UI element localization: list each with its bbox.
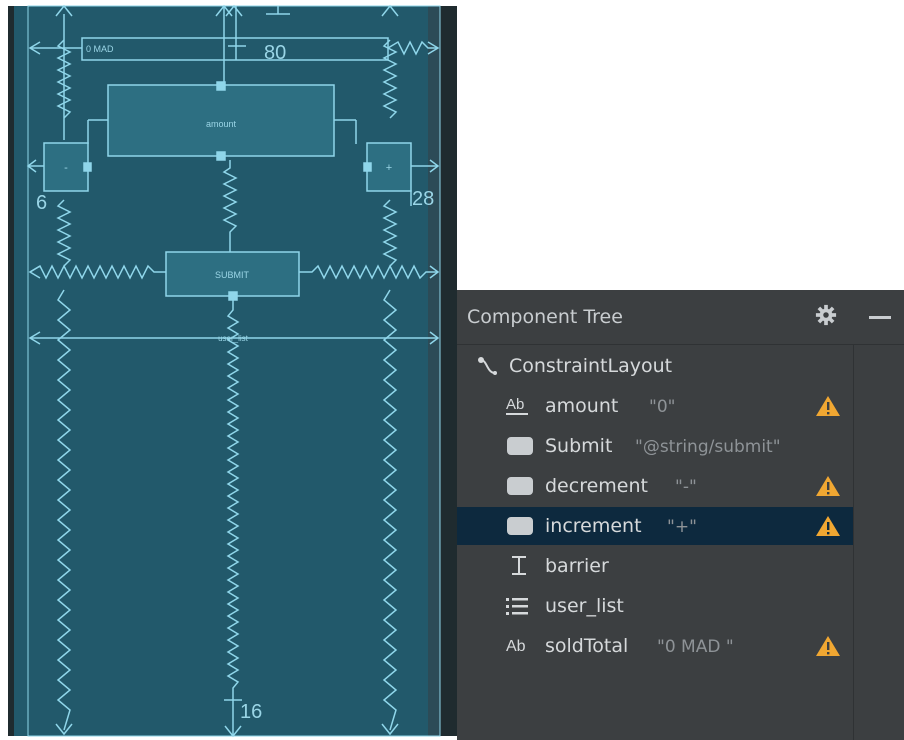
zigzag-left-low bbox=[56, 289, 72, 731]
tree-item-value: "@string/submit" bbox=[635, 437, 781, 457]
component-tree-panel: Component Tree ConstraintLayout Ab amoun… bbox=[457, 290, 904, 740]
decrement-text: - bbox=[64, 162, 68, 174]
margin-6-text: 6 bbox=[36, 192, 47, 214]
margin-80-text: 80 bbox=[264, 42, 286, 64]
panel-divider bbox=[853, 344, 854, 740]
blueprint-canvas: 0 MAD 80 amount - + 6 28 SUBMIT user_lis… bbox=[26, 4, 441, 738]
zigzag-left-mid bbox=[56, 199, 72, 267]
sold-total-view[interactable] bbox=[81, 37, 389, 61]
zigzag-right-mid bbox=[382, 199, 398, 267]
tree-item-name: Submit bbox=[545, 435, 613, 457]
tree-item-value: "-" bbox=[675, 477, 697, 497]
zigzag-right-low bbox=[382, 289, 398, 731]
tree-item-sold-total[interactable]: Ab soldTotal "0 MAD " bbox=[457, 627, 853, 665]
button-icon bbox=[507, 435, 533, 457]
amount-text: amount bbox=[206, 119, 237, 129]
tree-item-value: "0 MAD " bbox=[657, 637, 734, 657]
margin-16-text: 16 bbox=[240, 701, 262, 723]
tree-item-name: ConstraintLayout bbox=[509, 355, 673, 377]
minimize-icon[interactable] bbox=[869, 316, 891, 319]
tree-item-barrier[interactable]: barrier bbox=[457, 547, 853, 585]
tree-item-name: barrier bbox=[545, 555, 609, 577]
tree-item-value: "+" bbox=[667, 517, 697, 537]
text-view-icon: Ab bbox=[506, 638, 526, 655]
tree-item-constraint-layout[interactable]: ConstraintLayout bbox=[457, 347, 853, 385]
tree-item-user-list[interactable]: user_list bbox=[457, 587, 853, 625]
blueprint-panel[interactable]: 0 MAD 80 amount - + 6 28 SUBMIT user_lis… bbox=[0, 0, 457, 740]
warning-icon[interactable] bbox=[815, 515, 841, 537]
warning-icon[interactable] bbox=[815, 635, 841, 657]
margin-28-text: 28 bbox=[412, 188, 434, 210]
component-tree-header: Component Tree bbox=[457, 290, 904, 345]
tree-item-name: soldTotal bbox=[545, 635, 629, 657]
submit-text: SUBMIT bbox=[215, 270, 250, 280]
zigzag-right-top bbox=[382, 39, 398, 119]
increment-text: + bbox=[386, 162, 392, 174]
tree-item-increment[interactable]: increment "+" bbox=[457, 507, 853, 545]
tree-item-name: increment bbox=[545, 515, 642, 537]
sold-total-text: 0 MAD bbox=[86, 44, 114, 54]
tree-item-value: "0" bbox=[649, 397, 676, 417]
panel-title: Component Tree bbox=[467, 306, 623, 328]
text-view-icon: Ab bbox=[506, 396, 528, 415]
button-icon bbox=[507, 475, 533, 497]
tree-item-amount[interactable]: Ab amount "0" bbox=[457, 387, 853, 425]
tree-item-name: decrement bbox=[545, 475, 648, 497]
svg-text:Ab: Ab bbox=[506, 638, 526, 655]
tree-item-name: amount bbox=[545, 395, 619, 417]
user-list-text: user_list bbox=[218, 334, 249, 343]
button-icon bbox=[507, 515, 533, 537]
tree-item-name: user_list bbox=[545, 595, 624, 617]
recycler-view-icon bbox=[506, 598, 528, 615]
warning-icon[interactable] bbox=[815, 475, 841, 497]
tree-item-submit[interactable]: Submit "@string/submit" bbox=[457, 427, 853, 465]
barrier-icon bbox=[512, 556, 526, 575]
svg-text:Ab: Ab bbox=[506, 396, 524, 413]
warning-icon[interactable] bbox=[815, 395, 841, 417]
constraint-layout-icon bbox=[478, 357, 497, 375]
tree-item-decrement[interactable]: decrement "-" bbox=[457, 467, 853, 505]
gear-icon[interactable] bbox=[815, 304, 837, 326]
